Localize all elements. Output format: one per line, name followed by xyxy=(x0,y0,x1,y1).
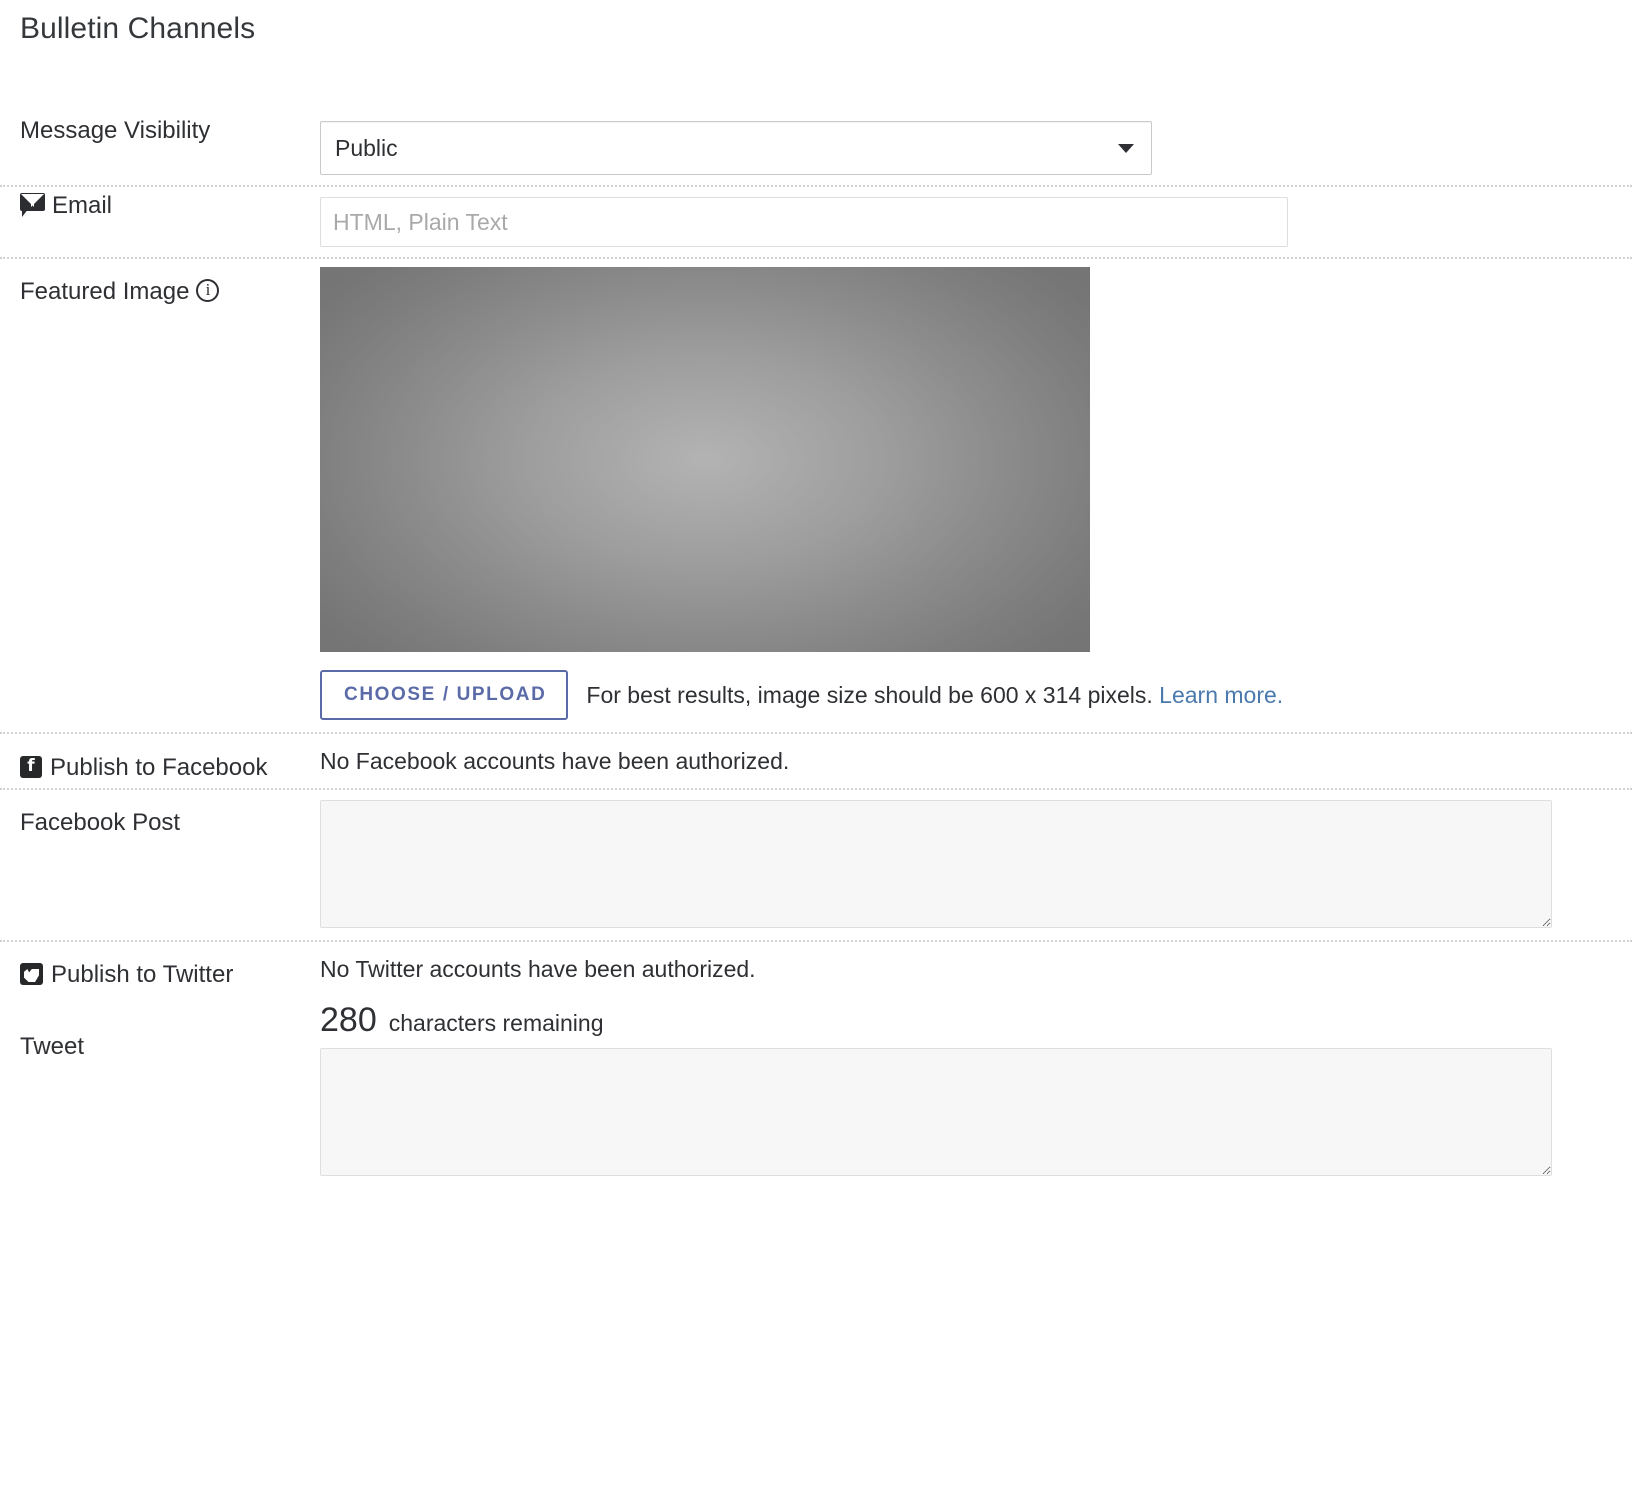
email-label: Email xyxy=(52,192,112,219)
publish-facebook-label-cell: Publish to Facebook xyxy=(0,734,320,788)
message-visibility-select[interactable]: Public xyxy=(320,121,1152,175)
featured-image-preview xyxy=(320,267,1090,652)
row-facebook-post: Facebook Post xyxy=(0,788,1632,940)
message-visibility-field: Public xyxy=(320,112,1632,185)
learn-more-link[interactable]: Learn more. xyxy=(1159,682,1283,708)
featured-image-help-text: For best results, image size should be 6… xyxy=(586,682,1152,708)
facebook-post-field xyxy=(320,790,1632,940)
featured-image-block: CHOOSE / UPLOAD For best results, image … xyxy=(320,259,1612,732)
email-field xyxy=(320,187,1632,257)
featured-image-field: CHOOSE / UPLOAD For best results, image … xyxy=(320,259,1632,732)
tweet-field: 280 characters remaining xyxy=(320,994,1632,1188)
message-visibility-label: Message Visibility xyxy=(0,112,320,150)
facebook-auth-message: No Facebook accounts have been authorize… xyxy=(320,734,1612,786)
featured-image-actions: CHOOSE / UPLOAD For best results, image … xyxy=(320,670,1612,720)
twitter-icon xyxy=(20,963,43,985)
tweet-textarea[interactable] xyxy=(320,1048,1552,1176)
publish-facebook-label: Publish to Facebook xyxy=(50,754,267,781)
twitter-auth-message: No Twitter accounts have been authorized… xyxy=(320,942,1612,994)
tweet-counter: 280 characters remaining xyxy=(320,994,1612,1038)
publish-facebook-field: No Facebook accounts have been authorize… xyxy=(320,734,1632,786)
info-circle-icon[interactable] xyxy=(196,279,219,302)
bulletin-channels-page: Bulletin Channels Message Visibility Pub… xyxy=(0,0,1632,1188)
row-email: Email xyxy=(0,185,1632,257)
message-visibility-select-wrap: Public xyxy=(320,121,1152,175)
featured-image-help: For best results, image size should be 6… xyxy=(586,681,1283,709)
row-publish-facebook: Publish to Facebook No Facebook accounts… xyxy=(0,732,1632,788)
facebook-icon xyxy=(20,756,42,778)
facebook-post-textarea[interactable] xyxy=(320,800,1552,928)
row-message-visibility: Message Visibility Public xyxy=(0,112,1632,185)
email-input[interactable] xyxy=(320,197,1288,247)
facebook-post-label: Facebook Post xyxy=(0,790,320,842)
tweet-characters-remaining-count: 280 xyxy=(320,1002,377,1038)
tweet-characters-remaining-label: characters remaining xyxy=(389,1010,604,1037)
publish-twitter-label-cell: Publish to Twitter xyxy=(0,942,320,994)
featured-image-label: Featured Image xyxy=(20,278,189,305)
email-bubble-icon xyxy=(20,192,46,218)
row-featured-image: Featured Image CHOOSE / UPLOAD For best … xyxy=(0,257,1632,732)
choose-upload-button[interactable]: CHOOSE / UPLOAD xyxy=(320,670,568,720)
publish-twitter-label: Publish to Twitter xyxy=(51,961,233,988)
row-tweet: Tweet 280 characters remaining xyxy=(0,994,1632,1188)
featured-image-label-cell: Featured Image xyxy=(0,259,320,311)
publish-twitter-field: No Twitter accounts have been authorized… xyxy=(320,942,1632,994)
tweet-label: Tweet xyxy=(0,994,320,1066)
page-title: Bulletin Channels xyxy=(0,0,1632,46)
row-publish-twitter: Publish to Twitter No Twitter accounts h… xyxy=(0,940,1632,994)
email-label-cell: Email xyxy=(0,187,320,225)
